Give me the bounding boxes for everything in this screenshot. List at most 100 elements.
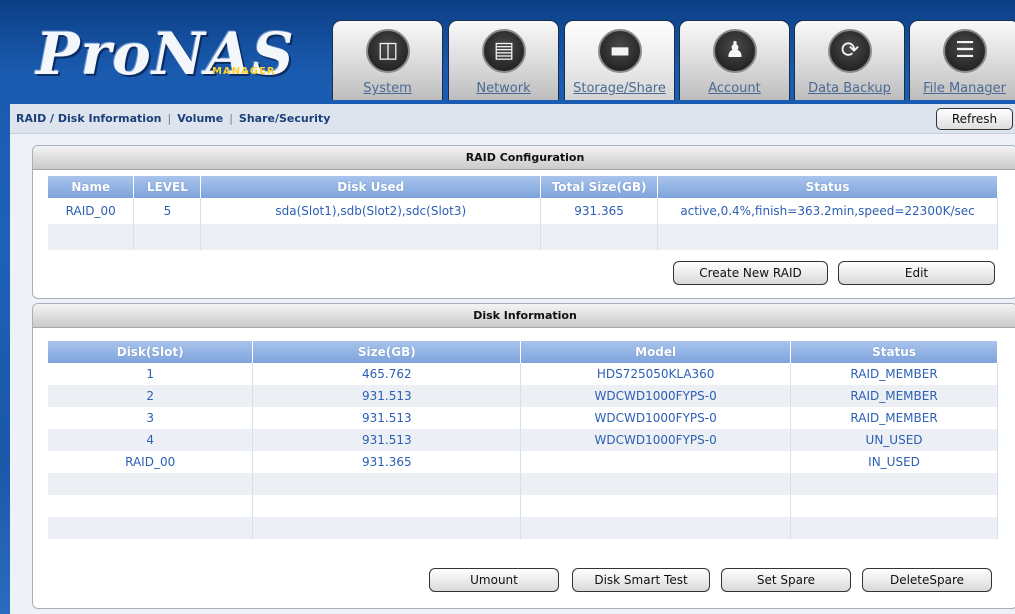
tab-data-backup[interactable]: ⟳ Data Backup [794,20,905,100]
column-header: Status [790,341,998,363]
table-row[interactable]: RAID_00 5 sda(Slot1),sdb(Slot2),sdc(Slot… [48,198,998,224]
tab-label: Storage/Share [573,81,666,96]
table-row [48,224,998,250]
disk-model-cell: WDCWD1000FYPS-0 [520,429,792,451]
raid-total-size-cell: 931.365 [540,198,659,224]
table-row[interactable]: 3 931.513 WDCWD1000FYPS-0 RAID_MEMBER [48,407,998,429]
disk-status-cell: RAID_MEMBER [790,363,998,385]
main-tabs: ◫ System ▤ Network ▬ Storage/Share ♟ Acc… [332,20,1015,100]
column-header: Total Size(GB) [540,176,659,198]
raid-name-cell: RAID_00 [48,198,135,224]
users-icon: ♟ [713,29,757,73]
column-header: Size(GB) [252,341,522,363]
tab-account[interactable]: ♟ Account [679,20,790,100]
disk-status-cell: RAID_MEMBER [790,385,998,407]
disk-slot-cell [48,473,254,495]
document-icon: ☰ [943,29,987,73]
table-header-row: Disk(Slot) Size(GB) Model Status [48,341,998,363]
column-header: Disk Used [200,176,542,198]
disk-size-cell: 465.762 [252,363,522,385]
raid-level-cell: 5 [133,198,202,224]
disk-model-cell [520,517,792,539]
disk-table-body: 1 465.762 HDS725050KLA360 RAID_MEMBER 2 931.5… [48,363,998,539]
panel-title: RAID Configuration [33,146,1015,170]
refresh-button[interactable]: Refresh [936,108,1013,130]
disk-size-cell [252,517,522,539]
disk-slot-cell: 1 [48,363,254,385]
empty-cell [200,224,542,250]
disk-status-cell: UN_USED [790,429,998,451]
empty-cell [48,224,135,250]
tab-label: System [363,81,412,96]
empty-cell [133,224,202,250]
disk-slot-cell [48,517,254,539]
disk-size-cell [252,495,522,517]
raid-configuration-panel: RAID Configuration Name LEVEL Disk Used … [32,145,1015,299]
disk-status-cell [790,473,998,495]
disk-status-cell: RAID_MEMBER [790,407,998,429]
column-header: LEVEL [133,176,202,198]
edit-button[interactable]: Edit [838,261,995,285]
table-row[interactable]: RAID_00 931.365 IN_USED [48,451,998,473]
table-row [48,517,998,539]
raid-disk-used-cell: sda(Slot1),sdb(Slot2),sdc(Slot3) [200,198,542,224]
tab-label: Network [476,81,531,96]
disk-size-cell: 931.513 [252,429,522,451]
disk-slot-cell: 2 [48,385,254,407]
tab-file-manager[interactable]: ☰ File Manager [909,20,1015,100]
disk-model-cell [520,473,792,495]
network-icon: ▤ [482,29,526,73]
empty-cell [657,224,998,250]
disk-model-cell: WDCWD1000FYPS-0 [520,385,792,407]
disk-status-cell: IN_USED [790,451,998,473]
subnav-raid-disk-info[interactable]: RAID / Disk Information [16,112,161,125]
disk-model-cell: WDCWD1000FYPS-0 [520,407,792,429]
monitor-icon: ◫ [366,29,410,73]
column-header: Disk(Slot) [48,341,254,363]
disk-status-cell [790,517,998,539]
breadcrumb: RAID / Disk Information | Volume | Share/Sec… [16,112,331,125]
raid-status-cell: active,0.4%,finish=363.2min,speed=22300K… [657,198,998,224]
disk-slot-cell [48,495,254,517]
logo-subtitle: MANAGER [212,66,276,77]
tab-storage-share[interactable]: ▬ Storage/Share [564,20,675,100]
disk-size-cell: 931.513 [252,407,522,429]
app-header: ProNAS MANAGER ◫ System ▤ Network ▬ Stor… [0,0,1015,104]
subnav-share-security[interactable]: Share/Security [239,112,330,125]
disk-model-cell [520,495,792,517]
table-row[interactable]: 2 931.513 WDCWD1000FYPS-0 RAID_MEMBER [48,385,998,407]
delete-spare-button[interactable]: DeleteSpare [862,568,992,592]
disk-model-cell: HDS725050KLA360 [520,363,792,385]
drive-icon: ▬ [598,29,642,73]
set-spare-button[interactable]: Set Spare [721,568,851,592]
disk-slot-cell: RAID_00 [48,451,254,473]
create-new-raid-button[interactable]: Create New RAID [673,261,828,285]
disk-slot-cell: 4 [48,429,254,451]
disk-size-cell [252,473,522,495]
table-row[interactable]: 4 931.513 WDCWD1000FYPS-0 UN_USED [48,429,998,451]
disk-information-panel: Disk Information Disk(Slot) Size(GB) Mod… [32,303,1015,609]
table-row [48,495,998,517]
tab-label: File Manager [923,81,1006,96]
subnav-volume[interactable]: Volume [177,112,223,125]
table-header-row: Name LEVEL Disk Used Total Size(GB) Stat… [48,176,998,198]
disk-model-cell [520,451,792,473]
backup-icon: ⟳ [828,29,872,73]
table-row [48,473,998,495]
sub-navigation-bar: RAID / Disk Information | Volume | Share/Sec… [10,104,1015,134]
umount-button[interactable]: Umount [429,568,559,592]
column-header: Model [520,341,792,363]
pronas-logo: ProNAS MANAGER [36,22,306,86]
column-header: Status [657,176,998,198]
empty-cell [540,224,659,250]
tab-network[interactable]: ▤ Network [448,20,559,100]
table-row[interactable]: 1 465.762 HDS725050KLA360 RAID_MEMBER [48,363,998,385]
main-content: RAID Configuration Name LEVEL Disk Used … [10,134,1015,614]
tab-system[interactable]: ◫ System [332,20,443,100]
tab-label: Account [708,81,761,96]
disk-size-cell: 931.365 [252,451,522,473]
disk-smart-test-button[interactable]: Disk Smart Test [572,568,710,592]
panel-title: Disk Information [33,304,1015,328]
column-header: Name [48,176,135,198]
disk-table: Disk(Slot) Size(GB) Model Status 1 465.76… [48,341,998,539]
